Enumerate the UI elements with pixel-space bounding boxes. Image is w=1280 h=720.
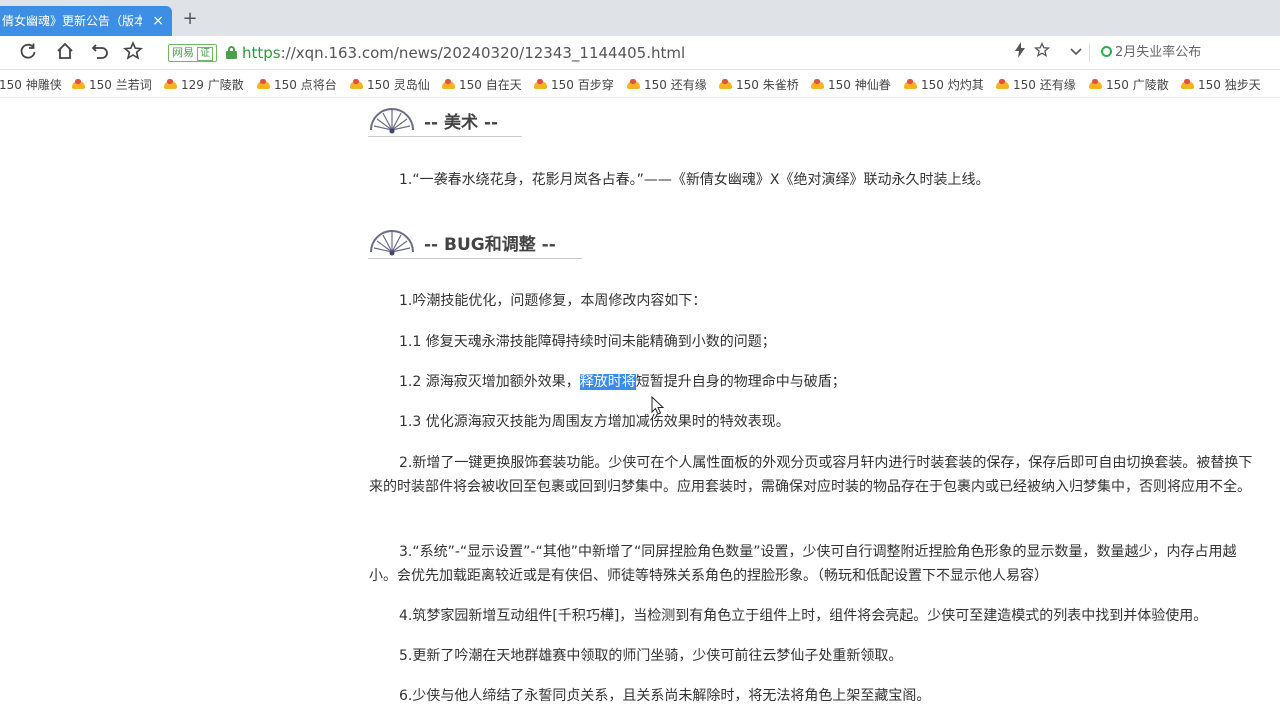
text-segment: 1.2 源海寂灭增加额外效果， [399, 374, 580, 390]
lock-icon [226, 46, 237, 59]
bug-item-3: 3.“系统”-“显示设置”-“其他”中新增了“同屏捏脸角色数量”设置，少侠可自行… [369, 544, 1237, 584]
bookmark-item[interactable]: 150 神仙眷 [811, 76, 891, 93]
selected-text[interactable]: 释放时将 [579, 374, 636, 390]
game-icon [164, 79, 177, 90]
bookmark-label: 150 神仙眷 [828, 78, 891, 92]
tab-title: 倩女幽魂》更新公告（版本 [2, 14, 142, 28]
toolbar-divider [1089, 44, 1090, 62]
game-icon [534, 79, 547, 90]
url-rest: ://xqn.163.com/news/20240320/12343_11444… [280, 44, 686, 62]
bookmark-item[interactable]: 150 朱雀桥 [719, 76, 799, 93]
fan-icon [370, 108, 414, 134]
game-icon [257, 79, 270, 90]
art-item: 1.“一袭春水绕花身，花影月岚各占春。”——《新倩女幽魂》X《绝对演绎》联动永久… [399, 172, 990, 188]
favorite-star-icon[interactable] [121, 41, 145, 65]
bookmark-item[interactable]: 150 神雕侠 [0, 76, 62, 93]
tab-active[interactable]: 倩女幽魂》更新公告（版本 × [0, 6, 172, 36]
bookmark-label: 150 还有缘 [1013, 78, 1076, 92]
bookmark-item[interactable]: 150 还有缘 [996, 76, 1076, 93]
badge-label: 网易 [172, 46, 194, 59]
bug-item-1-3: 1.3 优化源海寂灭技能为周围友方增加减伤效果时的特效表现。 [399, 414, 790, 430]
game-icon [442, 79, 455, 90]
bookmark-label: 150 朱雀桥 [736, 78, 799, 92]
lightning-icon[interactable] [1010, 42, 1030, 64]
toolbar: 网易证 https://xqn.163.com/news/20240320/12… [0, 36, 1280, 70]
bookmark-star-icon[interactable] [1032, 42, 1052, 64]
bookmark-label: 150 百步穿 [551, 78, 614, 92]
game-icon [811, 79, 824, 90]
section-underline [368, 258, 582, 259]
bug-item-6: 6.少侠与他人缔结了永誓同贞关系，且关系尚未解除时，将无法将角色上架至藏宝阁。 [399, 688, 931, 704]
bookmark-label: 150 灵岛仙 [367, 78, 430, 92]
bookmark-label: 150 点将台 [274, 78, 337, 92]
tab-close-icon[interactable]: × [152, 6, 164, 36]
address-bar[interactable]: 网易证 https://xqn.163.com/news/20240320/12… [166, 40, 996, 66]
home-icon[interactable] [53, 41, 77, 65]
fan-icon [370, 230, 414, 256]
page-content: -- 美术 -- 1.“一袭春水绕花身，花影月岚各占春。”——《新倩女幽魂》X《… [0, 98, 1280, 720]
game-icon [719, 79, 732, 90]
bookmark-label: 150 灼灼其 [921, 78, 984, 92]
bookmark-label: 129 广陵散 [181, 78, 244, 92]
bookmark-label: 150 自在天 [459, 78, 522, 92]
bookmark-label: 150 独步天 [1198, 78, 1261, 92]
bookmark-item[interactable]: 150 百步穿 [534, 76, 614, 93]
bookmark-item[interactable]: 150 广陵散 [1089, 76, 1169, 93]
section-title: -- BUG和调整 -- [424, 235, 556, 255]
game-icon [904, 79, 917, 90]
bookmark-item[interactable]: 150 自在天 [442, 76, 522, 93]
bug-item-1-2: 1.2 源海寂灭增加额外效果，释放时将短暂提升自身的物理命中与破盾； [399, 370, 846, 394]
tab-strip: 倩女幽魂》更新公告（版本 × + [0, 0, 1280, 36]
bug-item-1-1: 1.1 修复天魂永滞技能障碍持续时间未能精确到小数的问题； [399, 334, 776, 350]
game-icon [996, 79, 1009, 90]
bug-item-4: 4.筑梦家园新增互动组件[千积巧樺]，当检测到有角色立于组件上时，组件将会亮起。… [399, 608, 1208, 624]
bookmark-item[interactable]: 150 灼灼其 [904, 76, 984, 93]
site-verification-badge[interactable]: 网易证 [168, 44, 217, 62]
section-title: -- 美术 -- [424, 113, 499, 133]
game-icon [1181, 79, 1194, 90]
bookmark-item[interactable]: 150 独步天 [1181, 76, 1261, 93]
bookmark-item[interactable]: 150 点将台 [257, 76, 337, 93]
badge-cert: 证 [197, 47, 213, 61]
bookmark-label: 150 兰若词 [89, 78, 152, 92]
search-engine-icon [1101, 46, 1112, 57]
bug-item-1: 1.吟潮技能优化，问题修复，本周修改内容如下： [399, 293, 707, 309]
bookmarks-bar: 150 神雕侠 150 兰若词 129 广陵散 150 点将台 150 灵岛仙 … [0, 70, 1280, 98]
new-tab-button[interactable]: + [180, 8, 200, 29]
bookmark-item[interactable]: 129 广陵散 [164, 76, 244, 93]
section-underline [368, 136, 522, 137]
bookmark-label: 150 还有缘 [644, 78, 707, 92]
search-box[interactable]: 2月失业率公布 [1095, 41, 1275, 65]
bookmark-item[interactable]: 150 还有缘 [627, 76, 707, 93]
game-icon [72, 79, 85, 90]
bookmark-label: 150 神雕侠 [0, 78, 62, 92]
text-segment: 短暂提升自身的物理命中与破盾； [635, 374, 846, 390]
url-scheme: https [242, 44, 281, 62]
bookmark-label: 150 广陵散 [1106, 78, 1169, 92]
game-icon [627, 79, 640, 90]
bookmark-item[interactable]: 150 灵岛仙 [350, 76, 430, 93]
bug-item-5: 5.更新了吟潮在天地群雄赛中领取的师门坐骑，少侠可前往云梦仙子处重新领取。 [399, 648, 903, 664]
mouse-cursor-icon [651, 396, 665, 415]
game-icon [1089, 79, 1102, 90]
url-text[interactable]: https://xqn.163.com/news/20240320/12343_… [242, 44, 685, 62]
undo-icon[interactable] [88, 41, 112, 65]
bug-item-2: 2.新增了一键更换服饰套装功能。少侠可在个人属性面板的外观分页或容月轩内进行时装… [369, 455, 1253, 495]
refresh-icon[interactable] [16, 41, 40, 65]
game-icon [350, 79, 363, 90]
chevron-down-icon[interactable] [1066, 42, 1086, 64]
bookmark-item[interactable]: 150 兰若词 [72, 76, 152, 93]
search-text: 2月失业率公布 [1115, 45, 1202, 60]
